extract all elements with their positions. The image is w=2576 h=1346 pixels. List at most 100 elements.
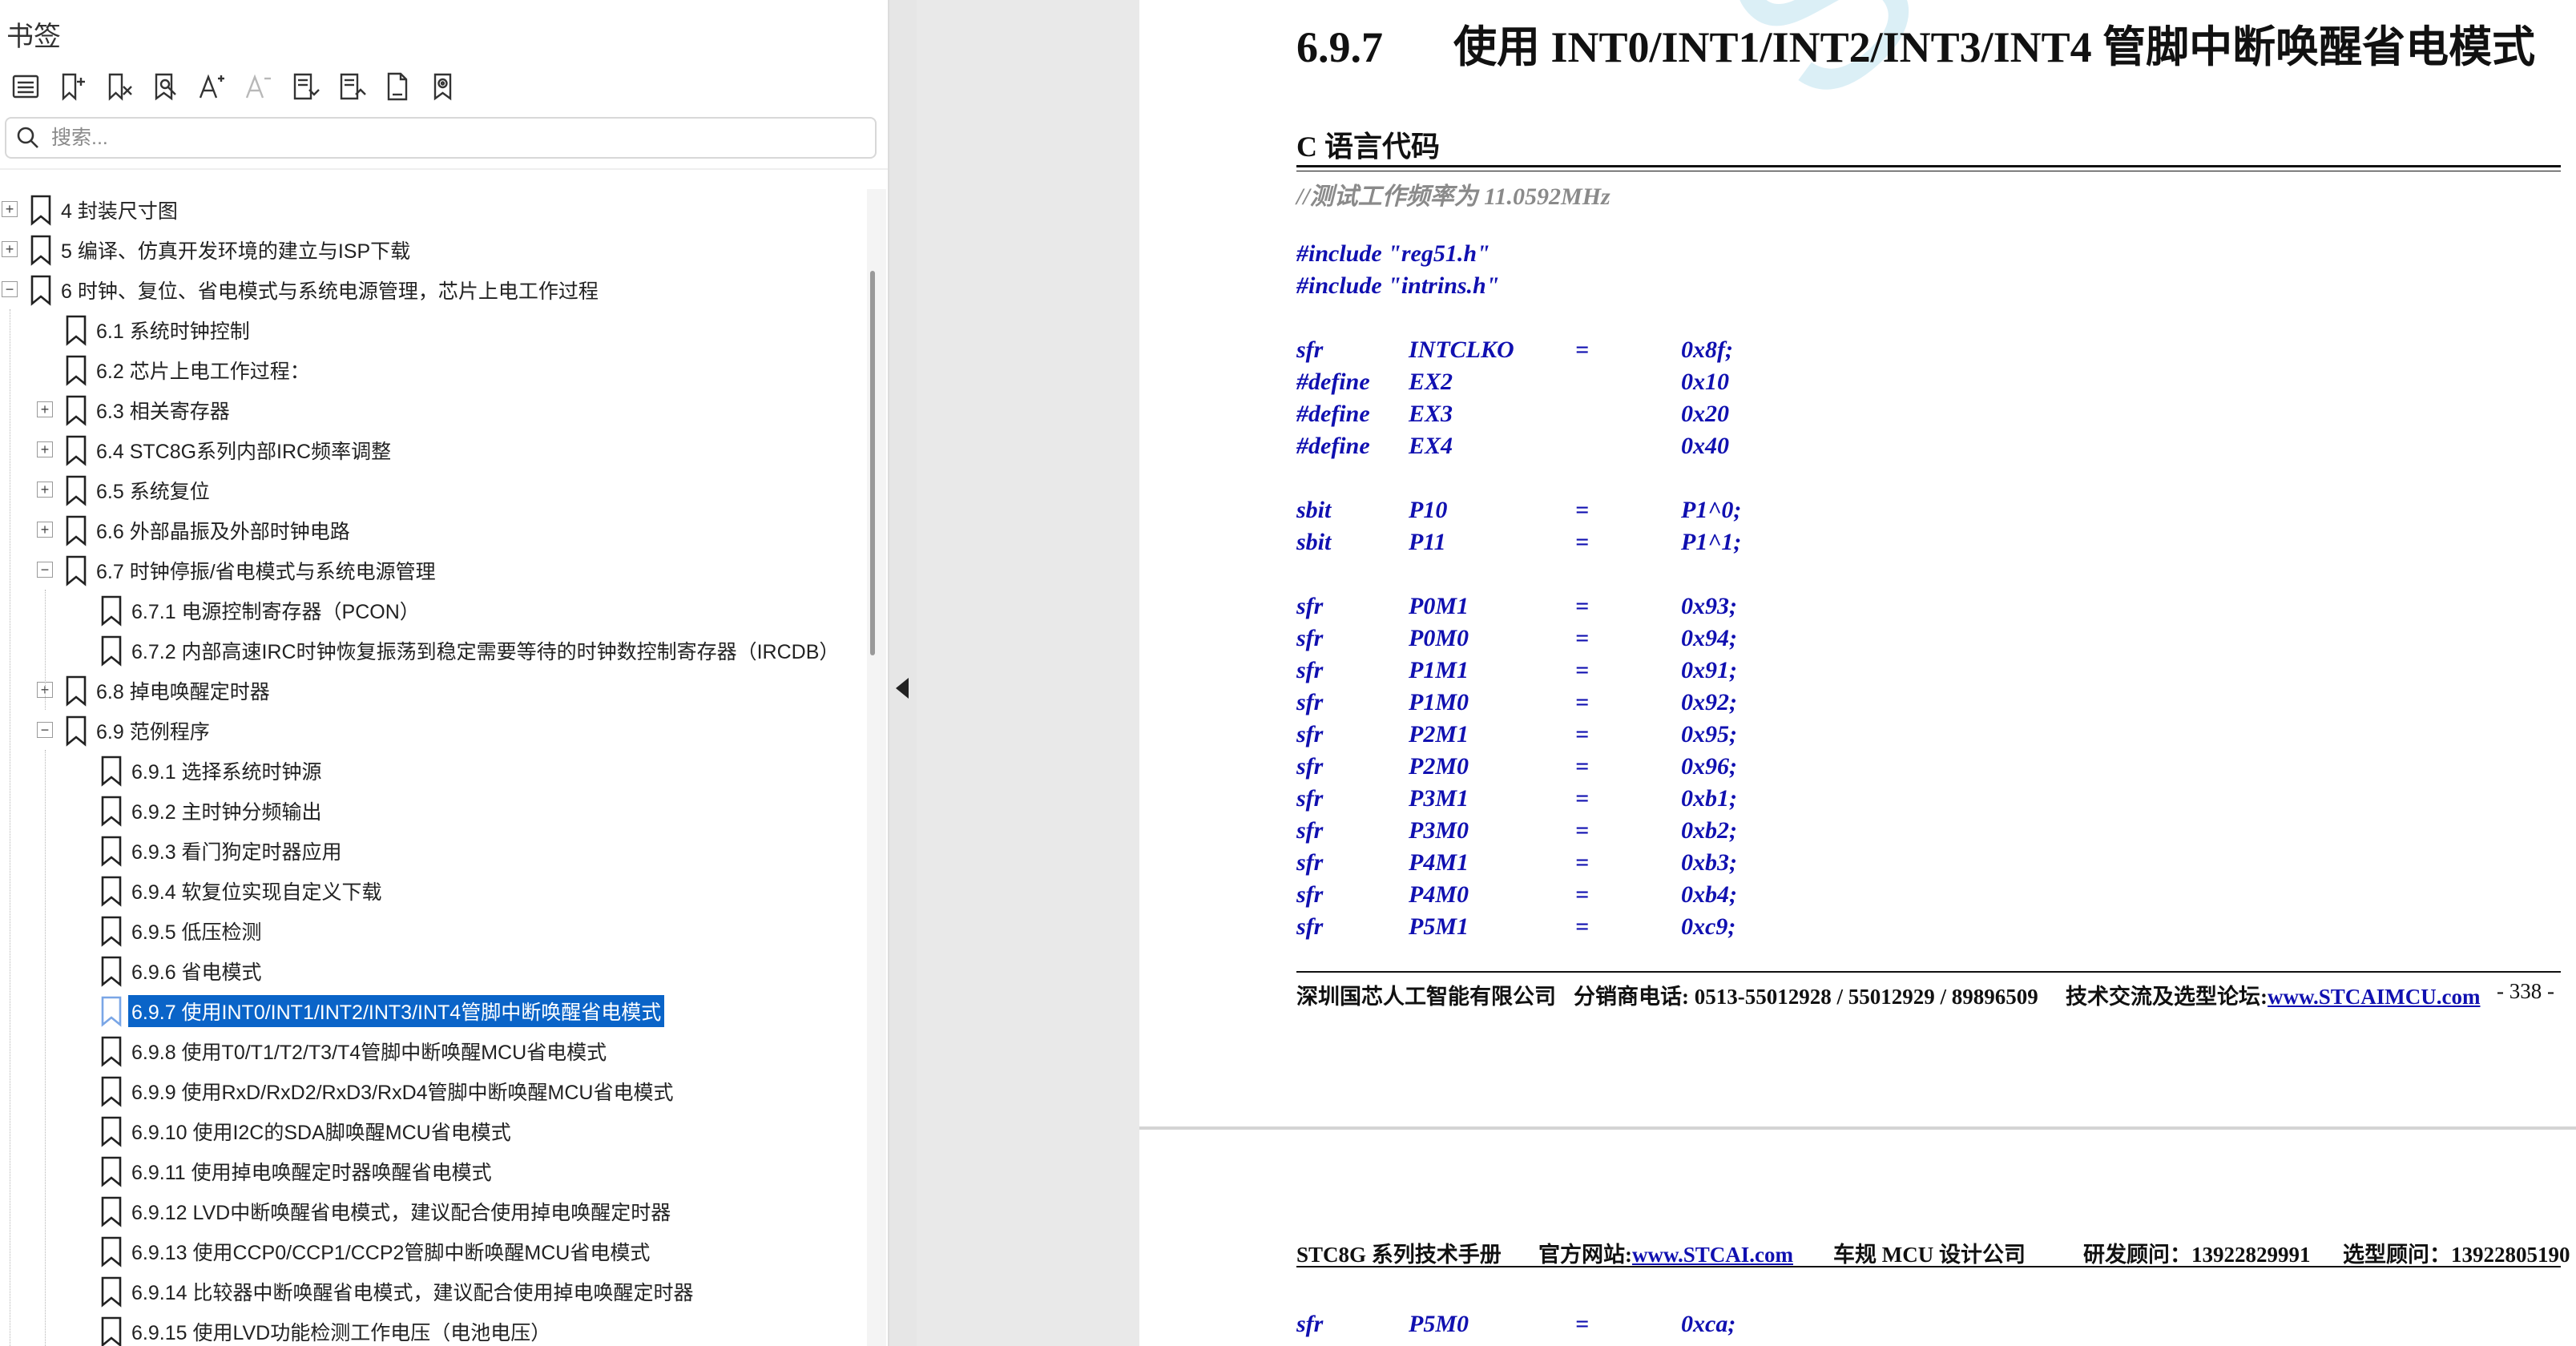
scrollbar-thumb[interactable]: [870, 271, 875, 655]
expand-icon[interactable]: +: [37, 482, 53, 498]
bookmark-item[interactable]: − 6 时钟、复位、省电模式与系统电源管理，芯片上电工作过程: [0, 269, 865, 309]
collapse-icon[interactable]: −: [37, 722, 53, 738]
code-kw: sfr: [1296, 336, 1324, 363]
expand-all-icon[interactable]: [284, 66, 325, 107]
bookmark-item[interactable]: 6.9.4 软复位实现自定义下载: [0, 870, 865, 910]
expand-icon[interactable]: +: [2, 201, 18, 217]
collapse-all-icon[interactable]: [330, 66, 372, 107]
bookmark-label: 6.5 系统复位: [96, 481, 210, 503]
bookmark-item[interactable]: 6.9.12 LVD中断唤醒省电模式，建议配合使用掉电唤醒定时器: [0, 1191, 865, 1231]
tree-guide: [45, 590, 46, 710]
bookmark-item[interactable]: 6.9.13 使用CCP0/CCP1/CCP2管脚中断唤醒MCU省电模式: [0, 1231, 865, 1271]
bookmark-item[interactable]: +6.8 掉电唤醒定时器: [0, 670, 865, 710]
site-link[interactable]: www.STCAI.com: [1632, 1243, 1793, 1267]
bookmark-item[interactable]: 6.2 芯片上电工作过程：: [0, 349, 865, 389]
bookmark-item[interactable]: 6.7.1 电源控制寄存器（PCON）: [0, 590, 865, 630]
bookmark-item[interactable]: 6.9.8 使用T0/T1/T2/T3/T4管脚中断唤醒MCU省电模式: [0, 1030, 865, 1070]
panel-splitter[interactable]: [889, 0, 917, 1346]
bookmark-item[interactable]: 6.9.6 省电模式: [0, 950, 865, 990]
bookmark-item[interactable]: 6.9.11 使用掉电唤醒定时器唤醒省电模式: [0, 1151, 865, 1191]
bookmark-item[interactable]: 6.9.9 使用RxD/RxD2/RxD3/RxD4管脚中断唤醒MCU省电模式: [0, 1070, 865, 1110]
font-increase-icon[interactable]: [191, 66, 232, 107]
code-eq: =: [1575, 1311, 1590, 1337]
bookmark-item[interactable]: +6.3 相关寄存器: [0, 389, 865, 429]
section-title: 6.9.7 使用 INT0/INT1/INT2/INT3/INT4 管脚中断唤醒省…: [1296, 11, 2535, 75]
bookmark-item[interactable]: 6.9.15 使用LVD功能检测工作电压（电池电压）: [0, 1311, 865, 1346]
code-eq: =: [1575, 849, 1590, 876]
code-comment: //测试工作频率为 11.0592MHz: [1296, 183, 1611, 210]
code-kw: sfr: [1296, 689, 1324, 715]
forum-link[interactable]: www.STCAIMCU.com: [2268, 985, 2481, 1009]
bookmark-item[interactable]: 6.7.2 内部高速IRC时钟恢复振荡到稳定需要等待的时钟数控制寄存器（IRCD…: [0, 630, 865, 670]
bookmark-item[interactable]: +4 封装尺寸图: [0, 189, 865, 229]
collapse-icon[interactable]: −: [37, 562, 53, 578]
bookmark-item[interactable]: 6.9.1 选择系统时钟源: [0, 750, 865, 790]
bookmark-label: 6.4 STC8G系列内部IRC频率调整: [96, 441, 392, 463]
bookmark-label: 6.8 掉电唤醒定时器: [96, 681, 270, 703]
bookmark-item[interactable]: 6.9.14 比较器中断唤醒省电模式，建议配合使用掉电唤醒定时器: [0, 1271, 865, 1311]
code-name: P3M0: [1409, 817, 1469, 844]
footer-rule: [1296, 971, 2561, 973]
code-name: EX2: [1409, 369, 1453, 395]
code-kw: #define: [1296, 401, 1370, 427]
code-val: 0xb1;: [1681, 785, 1737, 812]
bookmark-label: 6.7 时钟停振/省电模式与系统电源管理: [96, 561, 436, 583]
bookmark-icon: [99, 1316, 123, 1346]
page-export-icon[interactable]: [377, 66, 418, 107]
code-eq: =: [1575, 529, 1590, 555]
code-val: 0x10: [1681, 369, 1729, 395]
outline-list-icon[interactable]: [5, 66, 46, 107]
footer-forum: 技术交流及选型论坛:www.STCAIMCU.com: [2066, 979, 2481, 1010]
code-include: #include "reg51.h": [1296, 240, 1490, 267]
bookmark-icon: [29, 194, 53, 226]
code-val: 0xc9;: [1681, 913, 1736, 940]
code-val: 0x8f;: [1681, 336, 1733, 363]
code-name: P4M0: [1409, 881, 1469, 908]
bookmark-item[interactable]: +6.6 外部晶振及外部时钟电路: [0, 510, 865, 550]
bookmark-item[interactable]: 6.9.3 看门狗定时器应用: [0, 830, 865, 870]
code-kw: sfr: [1296, 721, 1324, 748]
expand-icon[interactable]: +: [37, 522, 53, 538]
code-eq: =: [1575, 689, 1590, 715]
expand-icon[interactable]: +: [2, 241, 18, 257]
add-bookmark-icon[interactable]: [51, 66, 93, 107]
bookmark-label: 6.7.1 电源控制寄存器（PCON）: [131, 601, 420, 623]
header-site: 官方网站:www.STCAI.com: [1538, 1237, 1793, 1268]
expand-icon[interactable]: +: [37, 401, 53, 417]
bookmark-item[interactable]: 6.9.7 使用INT0/INT1/INT2/INT3/INT4管脚中断唤醒省电…: [0, 990, 865, 1030]
bookmark-item[interactable]: +6.4 STC8G系列内部IRC频率调整: [0, 429, 865, 469]
bookmark-icon: [99, 1155, 123, 1187]
header-advisor: 研发顾问：13922829991: [2083, 1243, 2311, 1267]
bookmark-settings-icon[interactable]: [423, 66, 465, 107]
bookmark-item[interactable]: 6.9.2 主时钟分频输出: [0, 790, 865, 830]
code-name: INTCLKO: [1409, 336, 1514, 363]
collapse-icon[interactable]: −: [2, 281, 18, 297]
document-page-338: STC 6.9.7使用 INT0/INT1/INT2/INT3/INT4 管脚中…: [1139, 0, 2576, 1126]
bookmark-label: 6.2 芯片上电工作过程：: [96, 361, 310, 383]
code-include: #include "intrins.h": [1296, 272, 1500, 299]
code-eq: =: [1575, 336, 1590, 363]
code-name: EX4: [1409, 433, 1453, 459]
search-input[interactable]: [50, 125, 822, 151]
bookmark-icon: [64, 474, 88, 506]
collapse-panel-icon[interactable]: [896, 678, 909, 699]
code-val: 0x96;: [1681, 753, 1737, 780]
code-kw: sfr: [1296, 849, 1324, 876]
bookmark-item[interactable]: − 6.9 范例程序: [0, 710, 865, 750]
code-kw: #define: [1296, 369, 1370, 395]
header-rule: [1296, 1266, 2561, 1267]
expand-icon[interactable]: +: [37, 441, 53, 457]
bookmark-item[interactable]: − 6.7 时钟停振/省电模式与系统电源管理: [0, 550, 865, 590]
code-val: 0x92;: [1681, 689, 1737, 715]
header-design: 车规 MCU 设计公司: [1833, 1243, 2026, 1267]
delete-bookmark-icon[interactable]: [98, 66, 139, 107]
bookmark-item[interactable]: 6.1 系统时钟控制: [0, 309, 865, 349]
bookmark-item[interactable]: 6.9.10 使用I2C的SDA脚唤醒MCU省电模式: [0, 1110, 865, 1151]
bookmark-item[interactable]: 6.9.5 低压检测: [0, 910, 865, 950]
bookmark-item[interactable]: +6.5 系统复位: [0, 469, 865, 510]
bookmark-icon: [99, 1075, 123, 1107]
find-bookmark-icon[interactable]: [144, 66, 186, 107]
bookmark-label: 6.9.6 省电模式: [131, 961, 262, 984]
font-decrease-icon: [237, 66, 279, 107]
bookmark-item[interactable]: +5 编译、仿真开发环境的建立与ISP下载: [0, 229, 865, 269]
